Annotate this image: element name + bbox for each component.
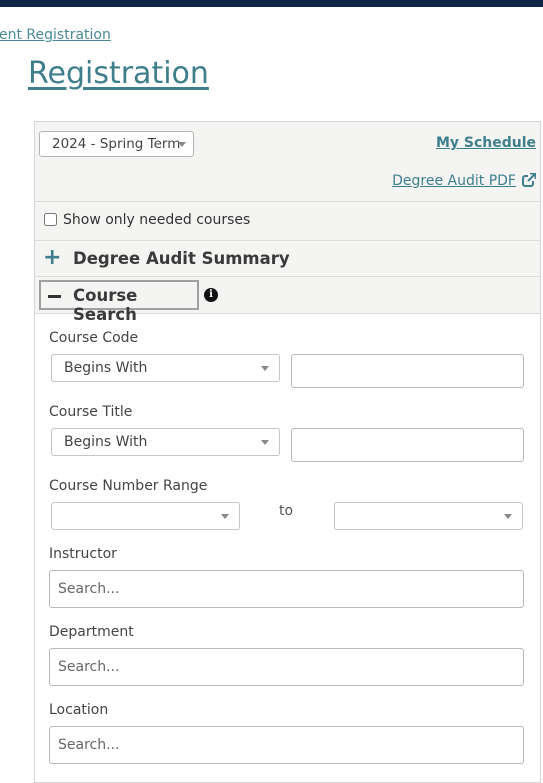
chevron-down-icon xyxy=(221,514,229,519)
course-title-operator-value: Begins With xyxy=(64,434,148,450)
show-needed-label[interactable]: Show only needed courses xyxy=(63,212,250,228)
department-label: Department xyxy=(49,624,134,640)
location-label: Location xyxy=(49,702,109,718)
chevron-down-icon xyxy=(178,142,186,147)
course-search-label: Course Search xyxy=(73,286,138,324)
breadcrumb-link[interactable]: ent Registration xyxy=(0,27,111,43)
range-to-text: to xyxy=(279,503,294,519)
chevron-down-icon xyxy=(261,440,269,445)
needed-courses-row: Show only needed courses xyxy=(35,202,540,241)
course-number-range-label: Course Number Range xyxy=(49,478,208,494)
term-select-value: 2024 - Spring Term xyxy=(52,136,181,152)
degree-audit-summary-label[interactable]: Degree Audit Summary xyxy=(73,249,290,268)
degree-audit-summary-header[interactable]: + Degree Audit Summary xyxy=(35,241,540,277)
term-select[interactable]: 2024 - Spring Term xyxy=(39,131,194,157)
info-icon[interactable]: i xyxy=(204,288,218,302)
minus-icon xyxy=(48,295,61,298)
instructor-label: Instructor xyxy=(49,546,117,562)
chevron-down-icon xyxy=(504,514,512,519)
show-needed-checkbox[interactable] xyxy=(44,213,57,226)
page-title[interactable]: Registration xyxy=(28,56,209,91)
panel-header: 2024 - Spring Term My Schedule Degree Au… xyxy=(35,122,540,202)
registration-panel: 2024 - Spring Term My Schedule Degree Au… xyxy=(34,121,541,783)
location-search-input[interactable] xyxy=(49,726,524,764)
course-code-operator-select[interactable]: Begins With xyxy=(51,354,280,382)
course-title-operator-select[interactable]: Begins With xyxy=(51,428,280,456)
department-search-input[interactable] xyxy=(49,648,524,686)
my-schedule-link[interactable]: My Schedule xyxy=(436,135,536,151)
course-search-header: Course Search i xyxy=(35,277,540,324)
course-title-input[interactable] xyxy=(291,428,524,462)
course-search-toggle[interactable]: Course Search xyxy=(39,280,199,324)
top-nav-bar xyxy=(0,0,543,7)
instructor-search-input[interactable] xyxy=(49,570,524,608)
chevron-down-icon xyxy=(261,366,269,371)
plus-icon[interactable]: + xyxy=(43,247,61,269)
course-code-operator-value: Begins With xyxy=(64,360,148,376)
course-number-to-select[interactable] xyxy=(334,502,523,530)
course-number-from-select[interactable] xyxy=(51,502,240,530)
course-code-label: Course Code xyxy=(49,330,139,346)
external-link-icon[interactable] xyxy=(522,173,536,187)
course-title-label: Course Title xyxy=(49,404,133,420)
degree-audit-pdf-link[interactable]: Degree Audit PDF xyxy=(392,173,516,189)
course-code-input[interactable] xyxy=(291,354,524,388)
